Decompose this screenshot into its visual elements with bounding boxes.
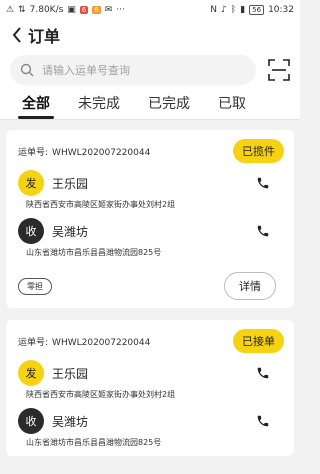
- detail-button[interactable]: 详情: [224, 272, 276, 300]
- sender-name: 王乐园: [52, 176, 89, 191]
- receiver-avatar: 收: [18, 408, 44, 434]
- waybill-number: 运单号: WHWL202007220044: [18, 145, 150, 158]
- search-row: [0, 50, 300, 90]
- notification-badge: 6: [79, 6, 89, 14]
- notification-badge-2: 6: [92, 6, 101, 14]
- receiver-address: 山东省潍坊市昌乐县昌潍物流园825号: [26, 248, 162, 257]
- page-title: 订单: [28, 27, 61, 46]
- receiver-name: 吴潍坊: [52, 414, 89, 429]
- warning-icon: ⚠: [6, 5, 15, 15]
- tab-cancelled[interactable]: 已取: [204, 93, 260, 119]
- more-dots-icon: ···: [116, 5, 125, 15]
- search-input[interactable]: [42, 63, 246, 77]
- back-icon[interactable]: [8, 25, 26, 45]
- network-icon: ⇅: [18, 5, 26, 15]
- phone-icon[interactable]: [256, 366, 270, 380]
- phone-icon[interactable]: [256, 224, 270, 238]
- tab-incomplete[interactable]: 未完成: [64, 93, 134, 119]
- card-header: 运单号: WHWL202007220044 已揽件: [18, 139, 284, 163]
- receiver-row: 收 吴潍坊: [18, 408, 284, 434]
- card-footer: 零担 详情: [18, 272, 284, 300]
- card-header: 运单号: WHWL202007220044 已接单: [18, 329, 284, 353]
- waybill-label: 运单号:: [18, 147, 49, 158]
- shipment-type-tag: 零担: [18, 277, 52, 295]
- search-icon: [20, 63, 34, 77]
- receiver-name: 吴潍坊: [52, 224, 89, 239]
- scan-icon[interactable]: [268, 59, 290, 81]
- battery-indicator: 56: [249, 5, 265, 15]
- waybill-number: 运单号: WHWL202007220044: [18, 335, 150, 348]
- sender-avatar: 发: [18, 170, 44, 196]
- waybill-value: WHWL202007220044: [52, 147, 151, 158]
- waybill-label: 运单号:: [18, 337, 49, 348]
- order-card[interactable]: 运单号: WHWL202007220044 已揽件 发 王乐园 陕西省西安市高陵区…: [6, 130, 294, 308]
- tab-completed[interactable]: 已完成: [134, 93, 204, 119]
- sender-row: 发 王乐园: [18, 170, 284, 196]
- search-box[interactable]: [10, 55, 256, 85]
- network-speed: 7.80K/s: [29, 5, 64, 15]
- sender-avatar: 发: [18, 360, 44, 386]
- sender-address: 陕西省西安市高陵区姬家街办事处刘村2组: [26, 390, 176, 399]
- tab-bar: 全部 未完成 已完成 已取: [0, 90, 300, 120]
- sender-address: 陕西省西安市高陵区姬家街办事处刘村2组: [26, 200, 176, 209]
- bluetooth-icon: ᛒ: [230, 4, 237, 15]
- sender-name: 王乐园: [52, 366, 89, 381]
- receiver-row: 收 吴潍坊: [18, 218, 284, 244]
- receiver-avatar: 收: [18, 218, 44, 244]
- mail-icon: ✉: [104, 5, 113, 15]
- order-list: 运单号: WHWL202007220044 已揽件 发 王乐园 陕西省西安市高陵区…: [0, 120, 300, 456]
- status-bar: ⚠ ⇅ 7.80K/s ▣ 6 6 ✉ ··· N ♪ ᛒ ▮ 56 10:32: [0, 0, 300, 20]
- signal-icon: ▮: [240, 4, 246, 15]
- nfc-icon: N: [210, 4, 218, 15]
- order-card[interactable]: 运单号: WHWL202007220044 已接单 发 王乐园 陕西省西安市高陵区…: [6, 320, 294, 456]
- header: 订单: [0, 20, 300, 50]
- status-left: ⚠ ⇅ 7.80K/s ▣ 6 6 ✉ ···: [6, 5, 210, 15]
- app-icon: ▣: [67, 5, 76, 15]
- status-right: N ♪ ᛒ ▮ 56 10:32: [210, 5, 294, 15]
- status-badge: 已接单: [233, 329, 284, 353]
- phone-icon[interactable]: [256, 176, 270, 190]
- receiver-address: 山东省潍坊市昌乐县昌潍物流园825号: [26, 438, 162, 447]
- phone-icon[interactable]: [256, 414, 270, 428]
- tab-all[interactable]: 全部: [18, 93, 64, 119]
- mute-icon: ♪: [221, 4, 227, 15]
- status-badge: 已揽件: [233, 139, 284, 163]
- clock: 10:32: [268, 5, 294, 15]
- waybill-value: WHWL202007220044: [52, 337, 151, 348]
- sender-row: 发 王乐园: [18, 360, 284, 386]
